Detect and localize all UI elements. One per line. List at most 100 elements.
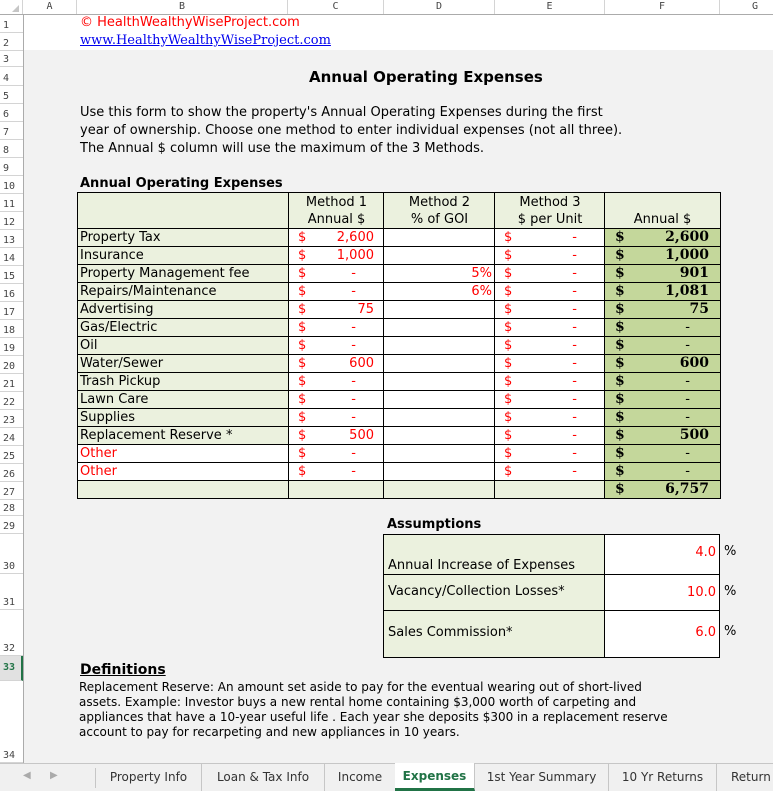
- method3-input-cell[interactable]: $ -: [494, 354, 606, 373]
- expense-label-cell[interactable]: Property Management fee: [77, 264, 290, 283]
- row-header-15[interactable]: 15: [0, 266, 23, 284]
- method3-input-cell[interactable]: $ -: [494, 300, 606, 319]
- row-header-25[interactable]: 25: [0, 446, 23, 464]
- row-header-23[interactable]: 23: [0, 410, 23, 428]
- expense-label-cell[interactable]: Insurance: [77, 246, 290, 265]
- method3-input-cell[interactable]: $ -: [494, 246, 606, 265]
- expense-label-cell[interactable]: Water/Sewer: [77, 354, 290, 373]
- tab-return[interactable]: Return: [717, 764, 773, 791]
- method2-input-cell[interactable]: [383, 444, 496, 463]
- select-all-button[interactable]: [0, 0, 23, 14]
- method3-input-cell[interactable]: $ -: [494, 408, 606, 427]
- scroll-tabs-left-icon[interactable]: ◀: [23, 770, 31, 781]
- method1-input-cell[interactable]: $ -: [288, 462, 385, 481]
- assumption-input-cell[interactable]: 4.0: [604, 534, 720, 576]
- expense-label-cell[interactable]: Lawn Care: [77, 390, 290, 409]
- method1-input-cell[interactable]: $ -: [288, 390, 385, 409]
- expense-label-cell[interactable]: Advertising: [77, 300, 290, 319]
- row-header-10[interactable]: 10: [0, 176, 23, 194]
- method3-input-cell[interactable]: $ -: [494, 228, 606, 247]
- row-header-32[interactable]: 32: [0, 610, 23, 656]
- method2-input-cell[interactable]: [383, 246, 496, 265]
- method2-input-cell[interactable]: 5%: [383, 264, 496, 283]
- method1-input-cell[interactable]: $75: [288, 300, 385, 319]
- website-link[interactable]: www.HealthyWealthyWiseProject.com: [80, 33, 331, 48]
- row-header-33[interactable]: 33: [0, 656, 23, 681]
- row-header-28[interactable]: 28: [0, 500, 23, 516]
- assumption-input-cell[interactable]: 6.0: [604, 610, 720, 658]
- method2-input-cell[interactable]: [383, 372, 496, 391]
- method1-input-cell[interactable]: $500: [288, 426, 385, 445]
- expense-label-cell[interactable]: Property Tax: [77, 228, 290, 247]
- expense-label-cell[interactable]: Supplies: [77, 408, 290, 427]
- row-header-14[interactable]: 14: [0, 248, 23, 266]
- row-header-26[interactable]: 26: [0, 464, 23, 482]
- method1-input-cell[interactable]: $600: [288, 354, 385, 373]
- method1-input-cell[interactable]: $ -: [288, 318, 385, 337]
- tab-property-info[interactable]: Property Info: [96, 764, 202, 791]
- method2-input-cell[interactable]: [383, 300, 496, 319]
- row-header-29[interactable]: 29: [0, 516, 23, 534]
- row-header-1[interactable]: 1: [0, 15, 23, 33]
- row-header-13[interactable]: 13: [0, 230, 23, 248]
- method3-input-cell[interactable]: $ -: [494, 318, 606, 337]
- tab-income[interactable]: Income: [325, 764, 395, 791]
- method1-input-cell[interactable]: $ -: [288, 444, 385, 463]
- row-header-19[interactable]: 19: [0, 338, 23, 356]
- column-header-d[interactable]: D: [384, 0, 495, 14]
- tab-10-yr-returns[interactable]: 10 Yr Returns: [609, 764, 717, 791]
- column-header-e[interactable]: E: [495, 0, 605, 14]
- expense-label-cell[interactable]: Gas/Electric: [77, 318, 290, 337]
- row-header-12[interactable]: 12: [0, 212, 23, 230]
- method1-input-cell[interactable]: $ -: [288, 372, 385, 391]
- row-header-11[interactable]: 11: [0, 194, 23, 212]
- column-header-c[interactable]: C: [288, 0, 384, 14]
- method2-input-cell[interactable]: [383, 426, 496, 445]
- row-header-31[interactable]: 31: [0, 574, 23, 610]
- row-header-4[interactable]: 4: [0, 67, 23, 86]
- row-header-24[interactable]: 24: [0, 428, 23, 446]
- row-header-20[interactable]: 20: [0, 356, 23, 374]
- column-header-f[interactable]: F: [605, 0, 720, 14]
- tab-loan-tax-info[interactable]: Loan & Tax Info: [202, 764, 325, 791]
- tab-1st-year-summary[interactable]: 1st Year Summary: [475, 764, 609, 791]
- method3-input-cell[interactable]: $ -: [494, 462, 606, 481]
- column-header-a[interactable]: A: [23, 0, 77, 14]
- method1-input-cell[interactable]: $1,000: [288, 246, 385, 265]
- row-header-30[interactable]: 30: [0, 534, 23, 574]
- expense-label-cell[interactable]: Trash Pickup: [77, 372, 290, 391]
- method2-input-cell[interactable]: [383, 462, 496, 481]
- method3-input-cell[interactable]: $ -: [494, 264, 606, 283]
- scroll-tabs-right-icon[interactable]: ▶: [50, 770, 58, 781]
- method3-input-cell[interactable]: $ -: [494, 372, 606, 391]
- method2-input-cell[interactable]: [383, 408, 496, 427]
- row-header-8[interactable]: 8: [0, 140, 23, 158]
- column-header-g[interactable]: G: [720, 0, 773, 14]
- row-header-5[interactable]: 5: [0, 86, 23, 104]
- assumption-input-cell[interactable]: 10.0: [604, 574, 720, 612]
- method1-input-cell[interactable]: $ -: [288, 336, 385, 355]
- expense-label-cell[interactable]: Other: [77, 462, 290, 481]
- row-header-2[interactable]: 2: [0, 33, 23, 51]
- row-header-3[interactable]: 3: [0, 51, 23, 67]
- expense-label-cell[interactable]: Oil: [77, 336, 290, 355]
- row-header-16[interactable]: 16: [0, 284, 23, 302]
- method2-input-cell[interactable]: [383, 336, 496, 355]
- method1-input-cell[interactable]: $ -: [288, 408, 385, 427]
- tab-expenses[interactable]: Expenses: [395, 763, 475, 791]
- method3-input-cell[interactable]: $ -: [494, 336, 606, 355]
- method3-input-cell[interactable]: $ -: [494, 444, 606, 463]
- method1-input-cell[interactable]: $2,600: [288, 228, 385, 247]
- row-header-18[interactable]: 18: [0, 320, 23, 338]
- expense-label-cell[interactable]: Other: [77, 444, 290, 463]
- row-header-34[interactable]: 34: [0, 681, 23, 763]
- expense-label-cell[interactable]: Replacement Reserve *: [77, 426, 290, 445]
- expense-label-cell[interactable]: Repairs/Maintenance: [77, 282, 290, 301]
- row-header-27[interactable]: 27: [0, 482, 23, 500]
- row-header-7[interactable]: 7: [0, 122, 23, 140]
- method2-input-cell[interactable]: [383, 318, 496, 337]
- method3-input-cell[interactable]: $ -: [494, 282, 606, 301]
- method2-input-cell[interactable]: [383, 354, 496, 373]
- column-header-b[interactable]: B: [77, 0, 288, 14]
- method1-input-cell[interactable]: $ -: [288, 264, 385, 283]
